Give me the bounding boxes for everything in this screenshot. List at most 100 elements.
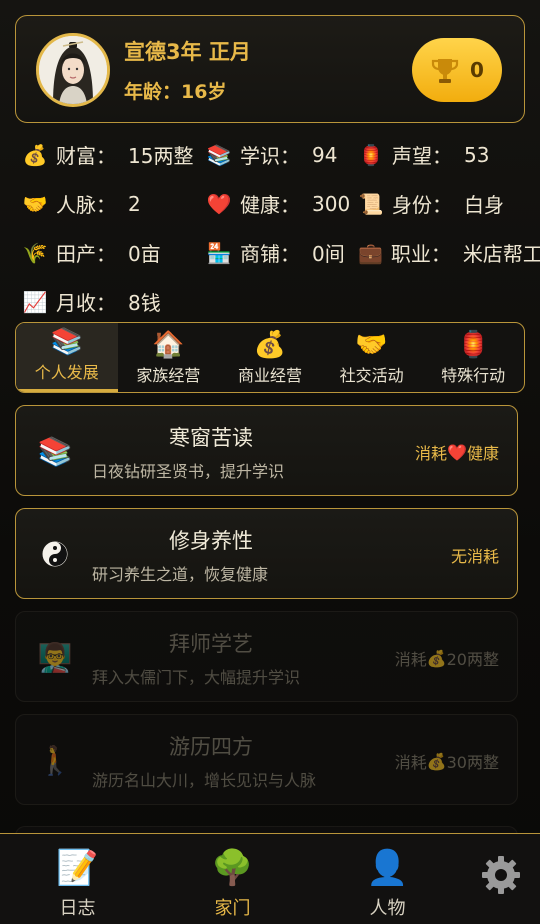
- trophy-count: 0: [470, 58, 484, 82]
- stat-occupation: 💼 职业： 米店帮工: [358, 238, 540, 267]
- tab-special-actions[interactable]: 🏮 特殊行动: [422, 323, 524, 392]
- scroll-icon: 📜: [358, 191, 384, 216]
- house-icon: 🏠: [152, 330, 185, 360]
- action-title: 寒窗苦读: [169, 426, 253, 450]
- action-description: 研习养生之道，恢复健康: [92, 565, 269, 584]
- memo-icon: 📝: [56, 848, 99, 888]
- stat-label: 月收：: [56, 291, 116, 315]
- stat-value: 白身: [464, 193, 504, 217]
- action-description: 拜入大儒门下，大幅提升学识: [92, 668, 301, 687]
- walking-person-icon: 🚶: [37, 743, 73, 777]
- yin-yang-svg: [42, 541, 68, 567]
- action-description: 游历名山大川，增长见识与人脉: [92, 771, 317, 790]
- books-icon: 📚: [206, 142, 232, 167]
- tab-personal-development[interactable]: 📚 个人发展: [16, 323, 118, 392]
- achievement-button[interactable]: 0: [412, 38, 502, 102]
- nav-family[interactable]: 🌳 家门: [155, 834, 310, 924]
- stat-monthly-income: 📈 月收： 8钱: [22, 287, 161, 316]
- tab-family-management[interactable]: 🏠 家族经营: [118, 323, 220, 392]
- app-root: 宣德3年 正月 年龄：16岁 0 💰 财富： 15两整 📚 学识： 94 🏮 声…: [0, 0, 540, 924]
- money-bag-icon: 💰: [426, 648, 447, 668]
- stat-label: 财富：: [56, 144, 116, 168]
- stat-health: ❤️ 健康： 300: [206, 189, 351, 218]
- cost-text: 30两整: [446, 753, 499, 772]
- money-bag-icon: 💰: [22, 142, 48, 167]
- tab-label: 特殊行动: [441, 366, 506, 385]
- stat-value: 2: [128, 191, 141, 216]
- game-date: 宣德3年 正月: [124, 40, 251, 64]
- stat-knowledge: 📚 学识： 94: [206, 140, 338, 169]
- nav-log[interactable]: 📝 日志: [0, 834, 155, 924]
- stat-value: 300: [312, 191, 351, 216]
- tab-business[interactable]: 💰 商业经营: [219, 323, 321, 392]
- chart-icon: 📈: [22, 289, 48, 314]
- tab-label: 社交活动: [339, 366, 404, 385]
- money-bag-icon: 💰: [253, 330, 287, 360]
- cost-prefix: 无消耗: [450, 547, 499, 566]
- cost-prefix: 消耗: [394, 650, 427, 669]
- action-card-cultivate[interactable]: 修身养性 研习养生之道，恢复健康 无消耗: [15, 508, 518, 599]
- stat-connections: 🤝 人脉： 2: [22, 189, 141, 218]
- action-cost: 消耗 ❤️ 健康: [415, 440, 499, 464]
- avatar-portrait-icon: [39, 36, 107, 104]
- trophy-icon: [431, 59, 459, 83]
- action-card-apprentice[interactable]: 👨‍🏫 拜师学艺 拜入大儒门下，大幅提升学识 消耗 💰 20两整: [15, 611, 518, 702]
- stat-status: 📜 身份： 白身: [358, 189, 504, 218]
- stat-label: 学识：: [240, 144, 300, 168]
- stat-value: 0间: [312, 242, 345, 266]
- stat-label: 人脉：: [56, 193, 116, 217]
- rice-icon: 🌾: [22, 240, 48, 265]
- cost-prefix: 消耗: [415, 444, 448, 463]
- stat-label: 健康：: [240, 193, 300, 217]
- stat-value: 15两整: [128, 144, 194, 168]
- heart-icon: ❤️: [447, 442, 467, 462]
- handshake-icon: 🤝: [22, 191, 48, 216]
- handshake-icon: 🤝: [355, 330, 388, 360]
- action-cost: 消耗 💰 20两整: [395, 646, 499, 670]
- stat-value: 53: [464, 142, 490, 167]
- stat-land: 🌾 田产： 0亩: [22, 238, 161, 267]
- nav-label: 日志: [59, 898, 96, 919]
- teacher-icon: 👨‍🏫: [37, 640, 73, 674]
- cost-text: 健康: [466, 444, 499, 463]
- settings-button[interactable]: [480, 854, 522, 896]
- stat-value: 0亩: [128, 242, 161, 266]
- nav-label: 人物: [369, 898, 406, 919]
- books-icon: 📚: [37, 434, 73, 468]
- money-bag-icon: 💰: [426, 751, 447, 771]
- action-title: 修身养性: [169, 529, 253, 553]
- action-title: 游历四方: [169, 735, 253, 759]
- action-card-travel[interactable]: 🚶 游历四方 游历名山大川，增长见识与人脉 消耗 💰 30两整: [15, 714, 518, 805]
- stat-reputation: 🏮 声望： 53: [358, 140, 490, 169]
- stat-value: 米店帮工: [462, 242, 540, 266]
- player-age: 年龄：16岁: [124, 81, 227, 103]
- nav-characters[interactable]: 👤 人物: [310, 834, 465, 924]
- tab-label: 个人发展: [34, 363, 99, 382]
- action-card-study[interactable]: 📚 寒窗苦读 日夜钻研圣贤书，提升学识 消耗 ❤️ 健康: [15, 405, 518, 496]
- tab-social[interactable]: 🤝 社交活动: [321, 323, 423, 392]
- avatar[interactable]: [36, 33, 110, 107]
- player-header: 宣德3年 正月 年龄：16岁 0: [15, 15, 525, 123]
- person-icon: 👤: [366, 848, 409, 888]
- cost-text: 20两整: [446, 650, 499, 669]
- stat-label: 商铺：: [240, 242, 300, 266]
- lantern-icon: 🏮: [358, 142, 384, 167]
- category-tabs: 📚 个人发展 🏠 家族经营 💰 商业经营 🤝 社交活动 🏮 特殊行动: [15, 322, 525, 393]
- gear-icon: [482, 856, 520, 894]
- action-title: 拜师学艺: [169, 632, 253, 656]
- books-icon: 📚: [50, 327, 83, 357]
- stat-label: 身份：: [392, 193, 452, 217]
- action-cost: 无消耗: [451, 543, 499, 567]
- lantern-icon: 🏮: [456, 330, 490, 360]
- tree-icon: 🌳: [211, 848, 254, 888]
- stat-value: 94: [312, 142, 338, 167]
- stat-wealth: 💰 财富： 15两整: [22, 140, 194, 169]
- briefcase-icon: 💼: [358, 240, 383, 265]
- stat-label: 声望：: [392, 144, 452, 168]
- stat-shops: 🏪 商铺： 0间: [206, 238, 345, 267]
- tab-label: 商业经营: [237, 366, 302, 385]
- cost-prefix: 消耗: [394, 753, 427, 772]
- action-description: 日夜钻研圣贤书，提升学识: [92, 462, 285, 481]
- shop-icon: 🏪: [206, 240, 232, 265]
- stat-label: 田产：: [56, 242, 116, 266]
